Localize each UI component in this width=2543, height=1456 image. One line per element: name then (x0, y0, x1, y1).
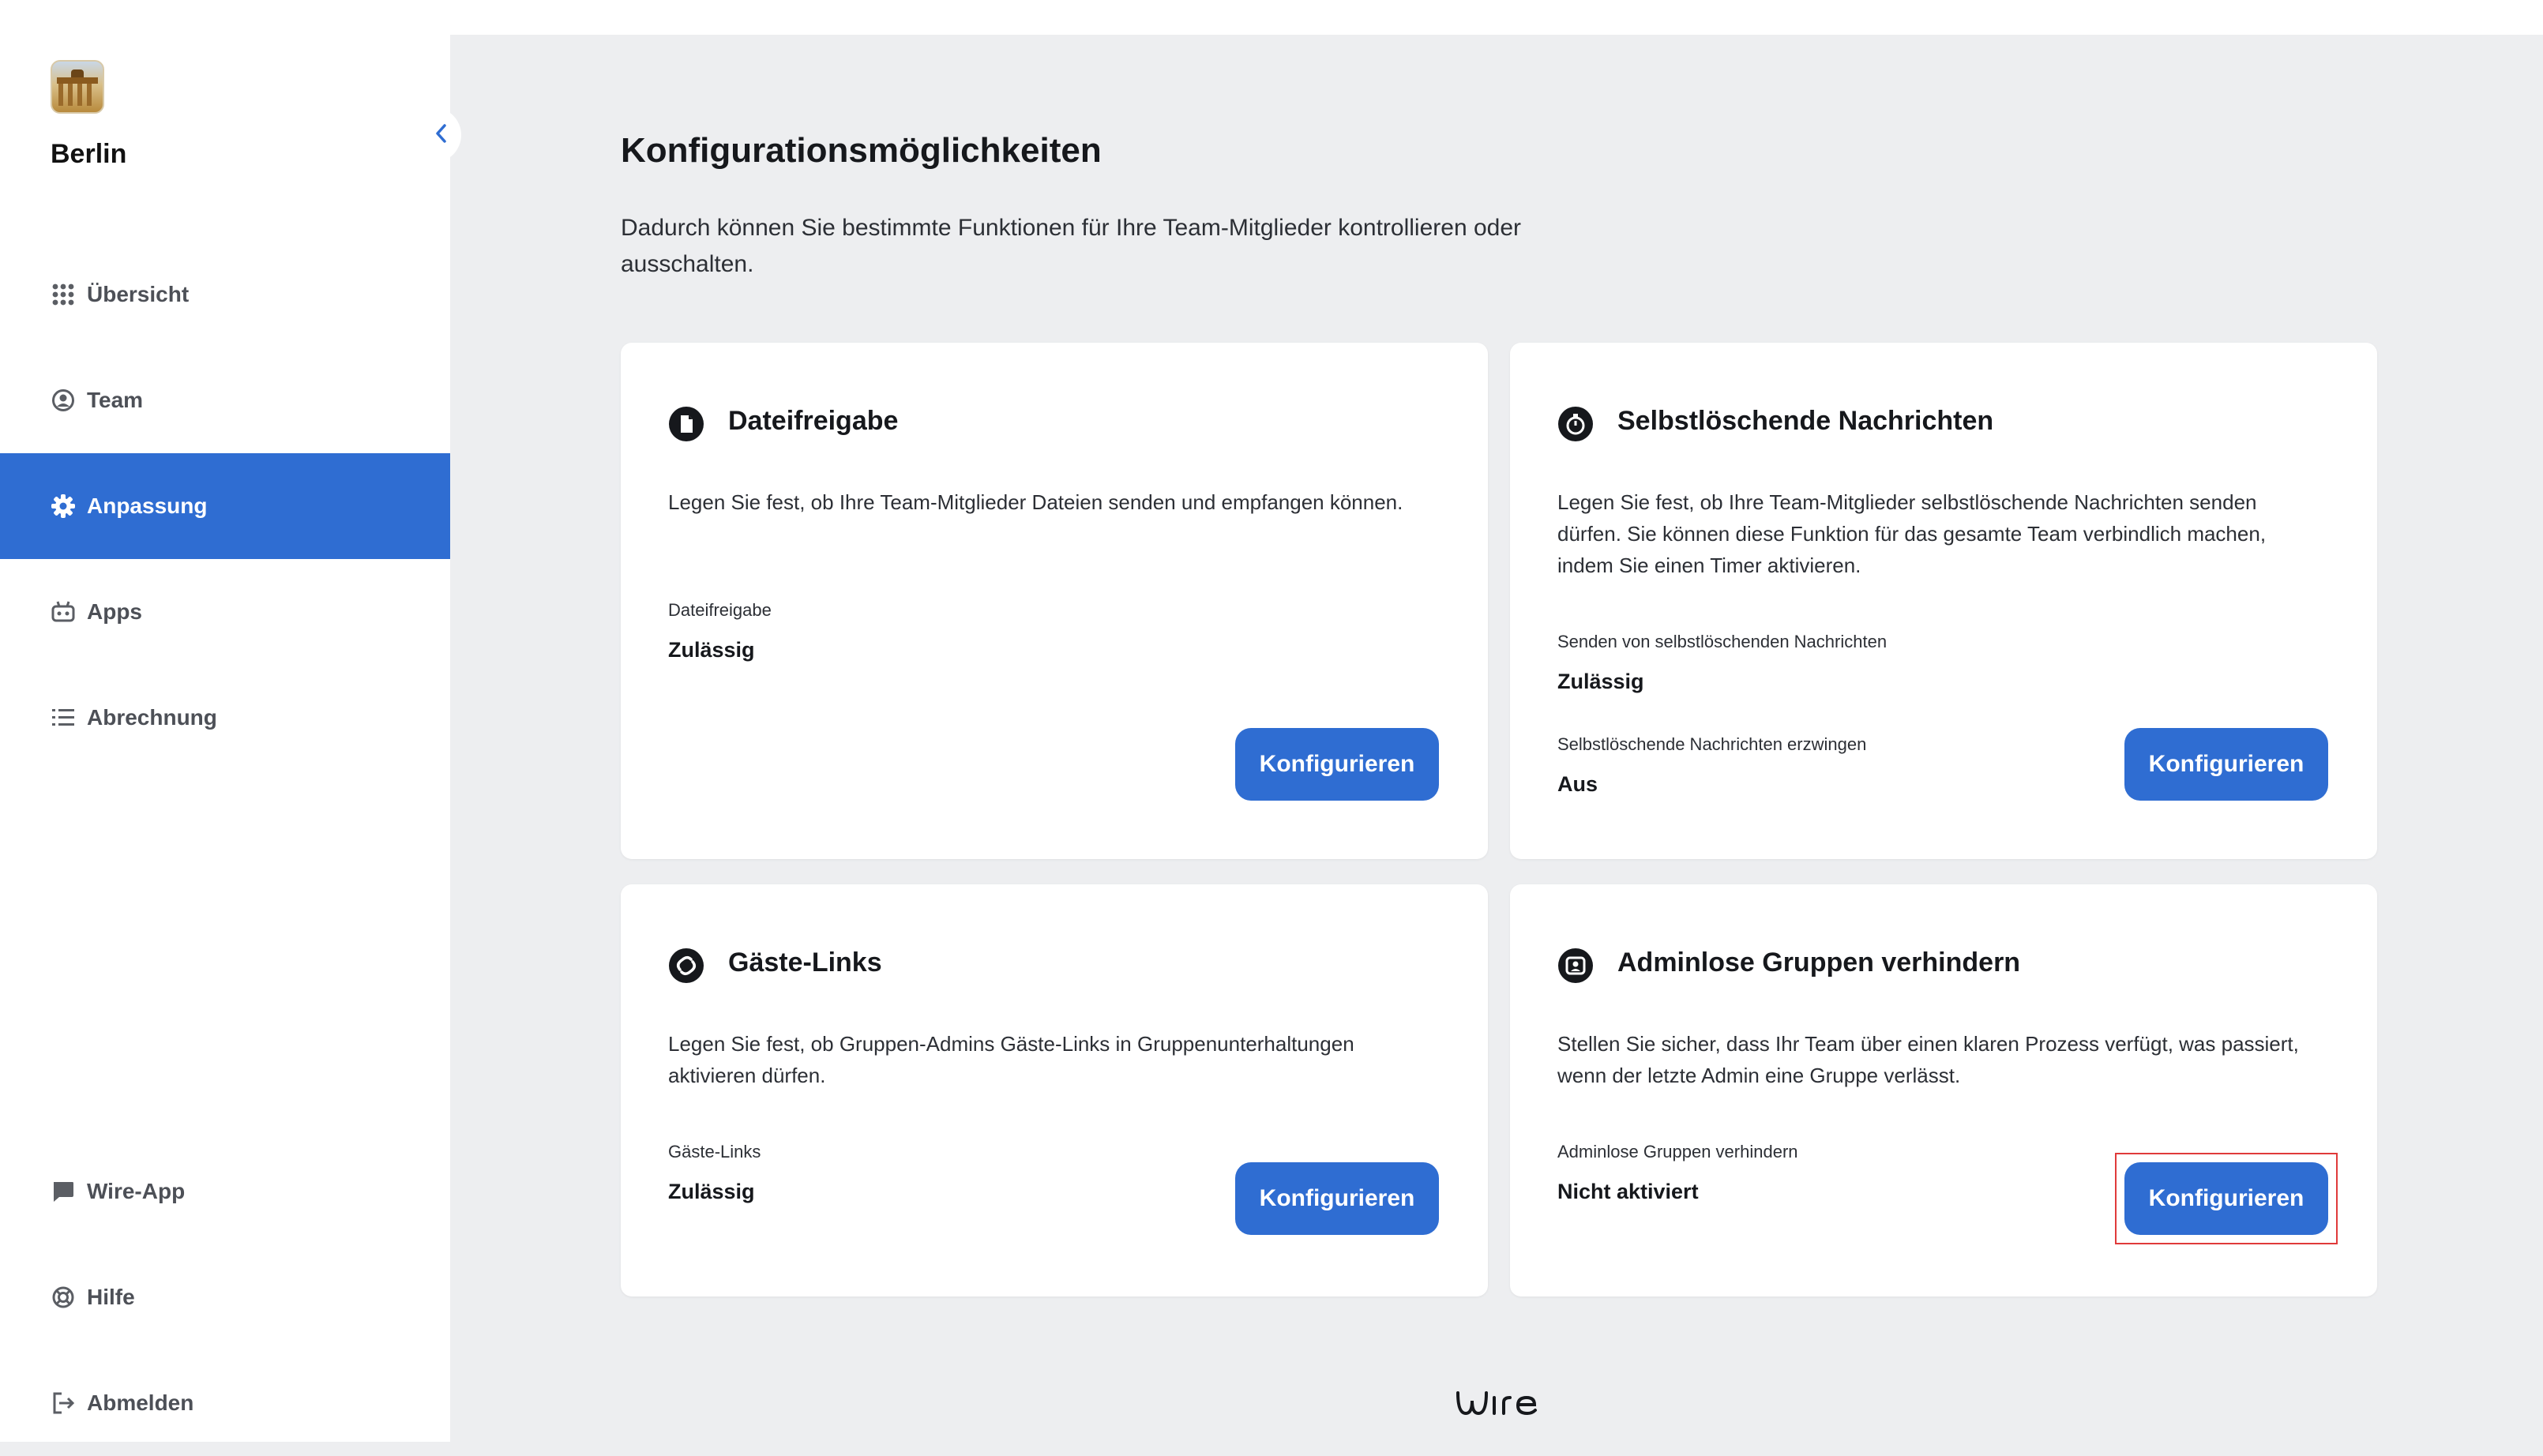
robot-icon (51, 599, 76, 625)
card-title: Adminlose Gruppen verhindern (1617, 948, 2021, 978)
sidebar-item-label: Abrechnung (87, 705, 217, 730)
setting-label: Dateifreigabe (668, 600, 772, 620)
sidebar-item-label: Abmelden (87, 1390, 194, 1415)
sidebar-item-label: Hilfe (87, 1285, 135, 1309)
user-circle-icon (51, 388, 76, 413)
card-adminlose-gruppen: Adminlose Gruppen verhindern Stellen Sie… (1510, 884, 2377, 1297)
admin-group-icon (1557, 948, 1594, 984)
wire-logo-icon (1453, 1382, 1540, 1421)
setting-value: Zulässig (1557, 670, 1644, 693)
setting-label: Adminlose Gruppen verhindern (1557, 1142, 1798, 1161)
sidebar-item-label: Team (87, 388, 144, 412)
sidebar-item-label: Anpassung (87, 493, 208, 518)
sidebar-item-anpassung[interactable]: Anpassung (0, 453, 450, 559)
sidebar-item-label: Übersicht (87, 282, 190, 306)
sidebar-item-label: Wire-App (87, 1179, 186, 1203)
grid-icon (51, 282, 76, 307)
setting-value: Aus (1557, 772, 1598, 796)
configure-button[interactable]: Konfigurieren (1235, 1162, 1439, 1235)
setting-value: Zulässig (668, 1180, 755, 1203)
sidebar-item-hilfe[interactable]: Hilfe (0, 1244, 450, 1350)
sidebar-item-apps[interactable]: Apps (0, 559, 450, 665)
team-logo-icon (51, 60, 104, 114)
highlight-frame (2115, 1153, 2338, 1244)
sidebar-item-wire-app[interactable]: Wire-App (0, 1139, 450, 1244)
gear-icon (51, 493, 76, 519)
list-icon (51, 705, 76, 730)
sidebar-item-team[interactable]: Team (0, 347, 450, 453)
file-icon (668, 406, 704, 442)
configure-button[interactable]: Konfigurieren (2124, 728, 2328, 801)
card-description: Legen Sie fest, ob Gruppen-Admins Gäste-… (668, 1032, 1354, 1087)
link-icon (668, 948, 704, 984)
chat-bubble-icon (51, 1179, 76, 1204)
card-title: Dateifreigabe (728, 406, 899, 436)
page-description: Dadurch können Sie bestimmte Funktionen … (621, 215, 1522, 277)
main-content: Konfigurationsmöglichkeiten Dadurch könn… (450, 35, 2543, 1442)
sidebar-item-abmelden[interactable]: Abmelden (0, 1350, 450, 1456)
card-description: Legen Sie fest, ob Ihre Team-Mitglieder … (668, 490, 1403, 514)
setting-label: Selbstlöschende Nachrichten erzwingen (1557, 734, 1867, 754)
page-title: Konfigurationsmöglichkeiten (621, 131, 1102, 170)
card-description: Stellen Sie sicher, dass Ihr Team über e… (1557, 1032, 2299, 1087)
card-gaeste-links: Gäste-Links Legen Sie fest, ob Gruppen-A… (621, 884, 1488, 1297)
team-name: Berlin (51, 139, 127, 169)
card-selbstloeschende-nachrichten: Selbstlöschende Nachrichten Legen Sie fe… (1510, 343, 2377, 859)
logout-icon (51, 1390, 76, 1416)
chevron-left-icon (434, 122, 449, 148)
configure-button[interactable]: Konfigurieren (1235, 728, 1439, 801)
card-title: Selbstlöschende Nachrichten (1617, 406, 1994, 436)
lifebuoy-icon (51, 1285, 76, 1310)
sidebar-item-label: Apps (87, 599, 142, 624)
card-description: Legen Sie fest, ob Ihre Team-Mitglieder … (1557, 490, 2267, 577)
setting-label: Senden von selbstlöschenden Nachrichten (1557, 632, 1888, 651)
card-title: Gäste-Links (728, 948, 882, 978)
timer-icon (1557, 406, 1594, 442)
setting-label: Gäste-Links (668, 1142, 761, 1161)
setting-value: Zulässig (668, 638, 755, 662)
card-dateifreigabe: Dateifreigabe Legen Sie fest, ob Ihre Te… (621, 343, 1488, 859)
sidebar-item-uebersicht[interactable]: Übersicht (0, 242, 450, 347)
setting-value: Nicht aktiviert (1557, 1180, 1699, 1203)
sidebar: Berlin Übersicht Team Anpassung Apps Abr… (0, 0, 450, 1442)
sidebar-item-abrechnung[interactable]: Abrechnung (0, 665, 450, 771)
